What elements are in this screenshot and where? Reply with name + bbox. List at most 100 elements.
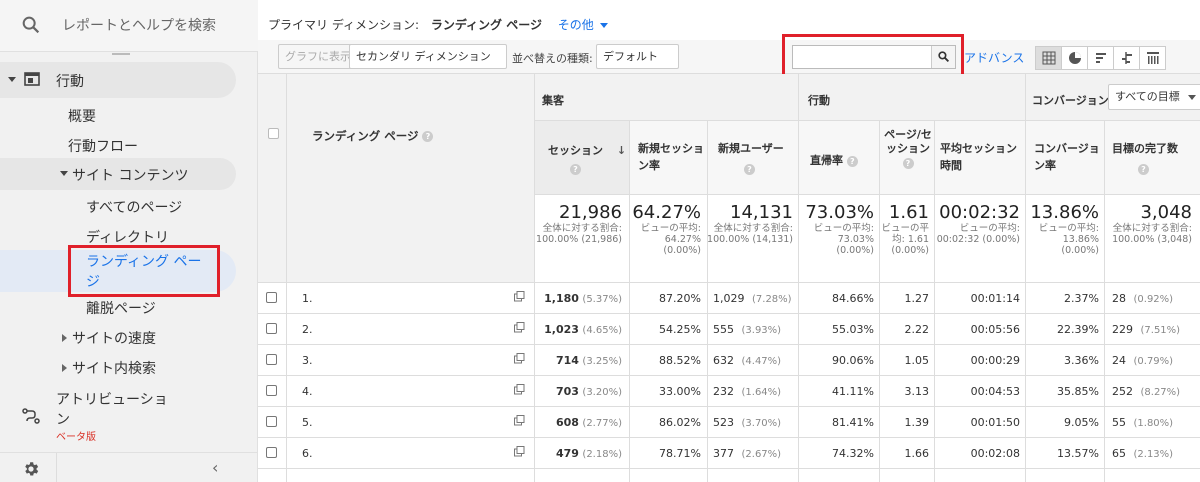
- cell-new-users: 232 (1.64%): [713, 385, 782, 398]
- external-link-icon[interactable]: [514, 291, 525, 302]
- cell-bounce-rate: 81.41%: [832, 416, 874, 429]
- sort-type-dropdown[interactable]: デフォルト: [596, 44, 679, 83]
- column-header-pages-per-session[interactable]: ページ/セッション?: [884, 128, 932, 170]
- comparison-view-icon[interactable]: [1113, 46, 1140, 70]
- row-checkbox[interactable]: [266, 292, 277, 303]
- row-checkbox[interactable]: [266, 416, 277, 427]
- cell-goal-completions: 55 (1.80%): [1112, 416, 1174, 429]
- scroll-indicator: [112, 53, 130, 55]
- column-header-sessions[interactable]: セッション ↓?: [548, 142, 626, 175]
- help-icon[interactable]: ?: [846, 155, 858, 167]
- cell-conversion-rate: 22.39%: [1057, 323, 1099, 336]
- total-pages-per-session: 1.61 ビューの平均: 1.61 (0.00%): [881, 202, 929, 256]
- cell-avg-duration: 00:02:08: [970, 447, 1020, 460]
- sidebar-item-label: すべてのページ: [86, 200, 183, 216]
- cell-conversion-rate: 35.85%: [1057, 385, 1099, 398]
- cell-new-users: 555 (3.93%): [713, 323, 782, 336]
- table-view-icon[interactable]: [1035, 46, 1062, 70]
- secondary-dimension-dropdown[interactable]: セカンダリ ディメンション: [349, 44, 507, 83]
- total-conversion-rate: 13.86% ビューの平均: 13.86% (0.00%): [1030, 202, 1099, 256]
- sidebar-item-label: ディレクトリ: [86, 230, 170, 246]
- sidebar-item-behavior-flow[interactable]: 行動フロー: [0, 134, 258, 158]
- row-checkbox[interactable]: [266, 354, 277, 365]
- sidebar-item-overview[interactable]: 概要: [0, 104, 258, 128]
- row-index: 3.: [302, 354, 313, 367]
- help-icon[interactable]: ?: [902, 157, 914, 169]
- sidebar-item-site-search[interactable]: サイト内検索: [0, 356, 258, 380]
- sidebar-item-label: 行動フロー: [68, 139, 138, 155]
- view-switcher: [1035, 46, 1166, 70]
- gear-icon[interactable]: [22, 460, 40, 478]
- external-link-icon[interactable]: [514, 322, 525, 333]
- behavior-icon: [24, 72, 40, 86]
- external-link-icon[interactable]: [514, 384, 525, 395]
- pie-view-icon[interactable]: [1061, 46, 1088, 70]
- external-link-icon[interactable]: [514, 353, 525, 364]
- cell-bounce-rate: 41.11%: [832, 385, 874, 398]
- plot-rows-button[interactable]: グラフに表示: [278, 44, 358, 69]
- primary-dimension-label: プライマリ ディメンション:: [268, 18, 420, 32]
- sidebar-item-behavior[interactable]: 行動: [0, 62, 236, 98]
- sidebar: レポートとヘルプを検索 行動 概要 行動フロー サイト コンテンツ すべてのペー…: [0, 0, 258, 482]
- column-header-conversion-rate[interactable]: コンバージョン率: [1034, 140, 1100, 174]
- pivot-view-icon[interactable]: [1139, 46, 1166, 70]
- row-checkbox[interactable]: [266, 323, 277, 334]
- column-header-avg-session-duration[interactable]: 平均セッション時間: [940, 140, 1022, 174]
- total-sessions: 21,986 全体に対する割合: 100.00% (21,986): [536, 202, 622, 245]
- sidebar-item-label: 概要: [68, 109, 96, 125]
- cell-bounce-rate: 90.06%: [832, 354, 874, 367]
- sidebar-item-all-pages[interactable]: すべてのページ: [0, 195, 258, 219]
- cell-new-users: 632 (4.47%): [713, 354, 782, 367]
- search-icon: [22, 16, 40, 34]
- sidebar-item-exit-pages[interactable]: 離脱ページ: [0, 296, 258, 320]
- cell-bounce-rate: 55.03%: [832, 323, 874, 336]
- cell-bounce-rate: 74.32%: [832, 447, 874, 460]
- chevron-down-icon: [8, 77, 16, 82]
- cell-new-users: 377 (2.67%): [713, 447, 782, 460]
- sidebar-footer: ‹: [0, 452, 258, 482]
- help-icon[interactable]: ?: [1138, 164, 1149, 175]
- cell-new-session-rate: 54.25%: [659, 323, 701, 336]
- row-checkbox[interactable]: [266, 447, 277, 458]
- sidebar-search[interactable]: レポートとヘルプを検索: [0, 0, 258, 52]
- column-header-bounce-rate[interactable]: 直帰率 ?: [810, 152, 858, 168]
- collapse-chevron-icon[interactable]: ‹: [212, 458, 218, 477]
- help-icon[interactable]: ?: [422, 131, 434, 142]
- sidebar-item-site-speed[interactable]: サイトの速度: [0, 326, 258, 350]
- cell-pages-per-session: 1.39: [904, 416, 930, 429]
- column-header-goal-completions[interactable]: 目標の完了数?: [1112, 140, 1178, 175]
- sidebar-item-attribution[interactable]: アトリビューション: [0, 388, 258, 442]
- primary-dimension-selected[interactable]: ランディング ページ: [431, 18, 542, 32]
- sidebar-item-label: 行動: [56, 74, 84, 90]
- cell-new-users: 523 (3.70%): [713, 416, 782, 429]
- advanced-link[interactable]: アドバンス: [964, 49, 1024, 66]
- divider: [56, 453, 57, 482]
- row-checkbox[interactable]: [266, 385, 277, 396]
- other-dimension-link[interactable]: その他: [558, 18, 608, 32]
- cell-sessions: 1,023 (4.65%): [544, 323, 622, 336]
- external-link-icon[interactable]: [514, 415, 525, 426]
- column-header-landing-page[interactable]: ランディング ページ ?: [312, 128, 434, 144]
- performance-view-icon[interactable]: [1087, 46, 1114, 70]
- cell-conversion-rate: 2.37%: [1064, 292, 1099, 305]
- column-header-new-users[interactable]: 新規ユーザー?: [718, 140, 784, 175]
- primary-dimension-bar: プライマリ ディメンション: ランディング ページ その他: [268, 16, 608, 33]
- sidebar-item-label: サイト内検索: [72, 361, 156, 377]
- cell-sessions: 714 (3.25%): [555, 354, 622, 367]
- sidebar-item-site-content[interactable]: サイト コンテンツ: [0, 158, 236, 190]
- highlight-box: [68, 245, 220, 297]
- cell-new-session-rate: 87.20%: [659, 292, 701, 305]
- select-all-checkbox[interactable]: [268, 128, 279, 139]
- row-index: 2.: [302, 323, 313, 336]
- column-header-new-session-rate[interactable]: 新規セッション率: [638, 140, 704, 174]
- cell-sessions: 1,180 (5.37%): [544, 292, 622, 305]
- help-icon[interactable]: ?: [570, 164, 581, 175]
- goal-select-dropdown[interactable]: すべての目標: [1108, 84, 1200, 110]
- cell-new-session-rate: 88.52%: [659, 354, 701, 367]
- help-icon[interactable]: ?: [744, 164, 755, 175]
- row-index: 4.: [302, 385, 313, 398]
- external-link-icon[interactable]: [514, 446, 525, 457]
- main-content: プライマリ ディメンション: ランディング ページ その他 グラフに表示 セカン…: [258, 0, 1200, 482]
- cell-goal-completions: 24 (0.79%): [1112, 354, 1174, 367]
- chevron-right-icon: [62, 334, 67, 342]
